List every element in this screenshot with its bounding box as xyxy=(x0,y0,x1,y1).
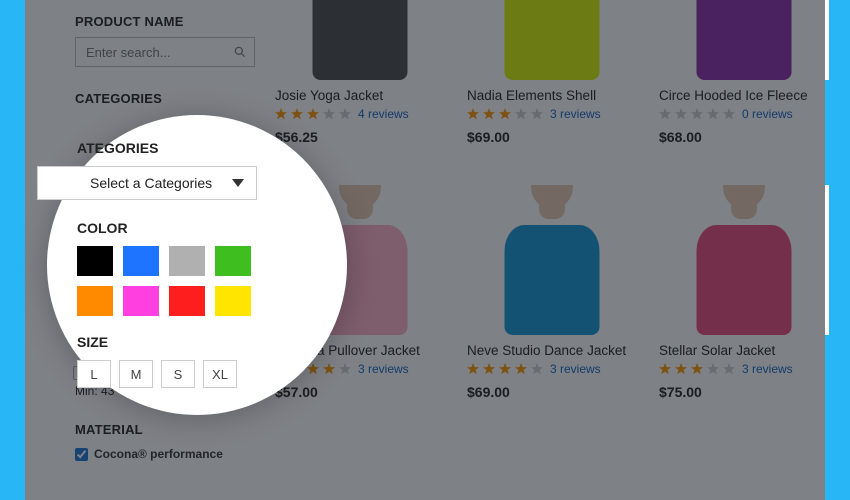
star-icon xyxy=(691,108,703,120)
product-reviews-link[interactable]: 4 reviews xyxy=(358,107,409,121)
product-rating: 4 reviews xyxy=(275,107,445,121)
categories-title: CATEGORIES xyxy=(75,91,255,106)
color-swatch[interactable] xyxy=(215,286,251,316)
star-icon xyxy=(499,108,511,120)
category-select-value: Select a Categories xyxy=(90,175,212,191)
product-card[interactable]: Stellar Solar Jacket 3 reviews $75.00 xyxy=(659,185,829,400)
material-label: Cocona® performance xyxy=(94,447,223,461)
star-icon xyxy=(307,108,319,120)
product-card[interactable]: Circe Hooded Ice Fleece 0 reviews $68.00 xyxy=(659,0,829,145)
color-swatch[interactable] xyxy=(169,246,205,276)
product-thumb[interactable] xyxy=(275,0,445,80)
color-swatch[interactable] xyxy=(123,286,159,316)
product-reviews-link[interactable]: 3 reviews xyxy=(550,107,601,121)
product-price: $75.00 xyxy=(659,384,829,400)
product-title[interactable]: Nadia Elements Shell xyxy=(467,88,637,103)
star-icon xyxy=(723,363,735,375)
material-checkbox[interactable] xyxy=(75,448,88,461)
search-input[interactable] xyxy=(75,37,255,67)
star-icon xyxy=(723,108,735,120)
material-title: MATERIAL xyxy=(75,422,255,437)
color-swatch[interactable] xyxy=(77,246,113,276)
product-price: $68.00 xyxy=(659,129,829,145)
product-rating: 3 reviews xyxy=(467,107,637,121)
star-icon xyxy=(531,108,543,120)
star-icon xyxy=(499,363,511,375)
product-thumb[interactable] xyxy=(659,185,829,335)
star-icon xyxy=(515,363,527,375)
product-title[interactable]: Circe Hooded Ice Fleece xyxy=(659,88,829,103)
filter-lens-highlight: ATEGORIES Select a Categories COLOR SIZE… xyxy=(47,115,347,415)
size-option[interactable]: XL xyxy=(203,360,237,388)
product-thumb[interactable] xyxy=(659,0,829,80)
size-option[interactable]: M xyxy=(119,360,153,388)
category-select[interactable]: Select a Categories xyxy=(37,166,257,200)
product-reviews-link[interactable]: 3 reviews xyxy=(550,362,601,376)
product-thumb[interactable] xyxy=(467,0,637,80)
product-reviews-link[interactable]: 0 reviews xyxy=(742,107,793,121)
size-option[interactable]: S xyxy=(161,360,195,388)
material-option[interactable]: Cocona® performance xyxy=(75,447,255,461)
product-reviews-link[interactable]: 3 reviews xyxy=(358,362,409,376)
product-rating: 3 reviews xyxy=(467,362,637,376)
lens-categories-title: ATEGORIES xyxy=(77,140,317,156)
star-icon xyxy=(691,363,703,375)
star-icon xyxy=(707,108,719,120)
product-title[interactable]: Josie Yoga Jacket xyxy=(275,88,445,103)
star-icon xyxy=(707,363,719,375)
star-icon xyxy=(323,363,335,375)
star-icon xyxy=(675,363,687,375)
star-icon xyxy=(467,363,479,375)
star-icon xyxy=(291,108,303,120)
color-swatch[interactable] xyxy=(77,286,113,316)
size-option[interactable]: L xyxy=(77,360,111,388)
lens-size-title: SIZE xyxy=(77,334,317,350)
star-icon xyxy=(323,108,335,120)
product-price: $69.00 xyxy=(467,384,637,400)
product-card[interactable]: Nadia Elements Shell 3 reviews $69.00 xyxy=(467,0,637,145)
star-icon xyxy=(675,108,687,120)
color-swatch[interactable] xyxy=(215,246,251,276)
product-title[interactable]: Neve Studio Dance Jacket xyxy=(467,343,637,358)
search-icon xyxy=(233,45,247,59)
star-icon xyxy=(339,363,351,375)
star-icon xyxy=(467,108,479,120)
star-icon xyxy=(483,108,495,120)
chevron-down-icon xyxy=(232,179,244,187)
color-swatch[interactable] xyxy=(169,286,205,316)
search-field-wrap[interactable] xyxy=(75,37,255,67)
color-swatch[interactable] xyxy=(123,246,159,276)
star-icon xyxy=(339,108,351,120)
product-grid: Josie Yoga Jacket4 reviews$56.25Nadia El… xyxy=(275,0,829,400)
product-thumb[interactable] xyxy=(467,185,637,335)
product-rating: 3 reviews xyxy=(659,362,829,376)
star-icon xyxy=(531,363,543,375)
star-icon xyxy=(659,108,671,120)
lens-color-title: COLOR xyxy=(77,220,317,236)
star-icon xyxy=(483,363,495,375)
product-rating: 0 reviews xyxy=(659,107,829,121)
product-price: $69.00 xyxy=(467,129,637,145)
product-card[interactable]: Neve Studio Dance Jacket 3 reviews $69.00 xyxy=(467,185,637,400)
star-icon xyxy=(659,363,671,375)
product-card[interactable]: Josie Yoga Jacket4 reviews$56.25 xyxy=(275,0,445,145)
star-icon xyxy=(515,108,527,120)
product-reviews-link[interactable]: 3 reviews xyxy=(742,362,793,376)
product-title[interactable]: Stellar Solar Jacket xyxy=(659,343,829,358)
product-name-title: PRODUCT NAME xyxy=(75,14,255,29)
star-icon xyxy=(275,108,287,120)
